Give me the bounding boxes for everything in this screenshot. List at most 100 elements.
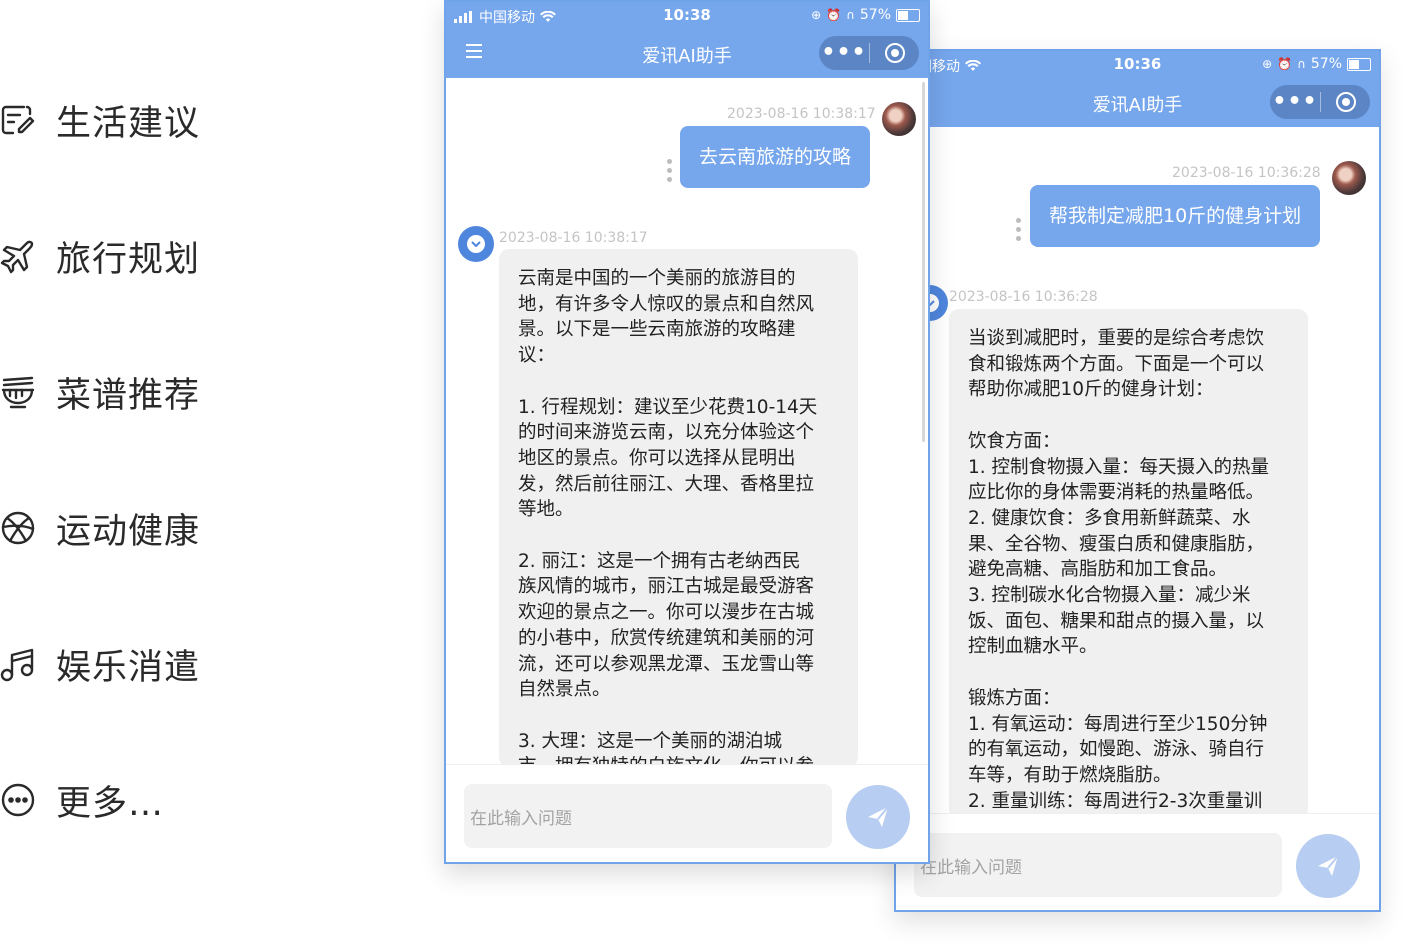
app-header: 中国移动 10:36 ⊕ ⏰ ∩ 57% 爱讯AI助手 ••• xyxy=(896,51,1379,127)
message-line: 地，有许多令人惊叹的景点和自然风 xyxy=(518,293,815,315)
message-options-icon[interactable] xyxy=(667,159,672,182)
alarm-icon: ⏰ xyxy=(826,8,842,22)
category-list: 生活建议 旅行规划 菜谱推荐 运动健康 娱乐消遣 更多… xyxy=(0,0,240,952)
bot-message-bubble: 云南是中国的一个美丽的旅游目的 地，有许多令人惊叹的景点和自然风 景。以下是一些云南… xyxy=(499,249,858,767)
question-input[interactable]: 在此输入问题 xyxy=(914,833,1282,897)
category-recipe[interactable]: 菜谱推荐 xyxy=(0,370,200,416)
message-line: 的小巷中，欣赏传统建筑和美丽的河 xyxy=(518,627,815,649)
scrollbar[interactable] xyxy=(922,82,925,442)
battery-percent: 57% xyxy=(1310,56,1342,72)
phone-screen-travel: 中国移动 10:38 ⊕ ⏰ ∩ 57% 爱讯AI助手 ••• 2023-08-… xyxy=(444,0,930,864)
headphone-icon: ∩ xyxy=(846,8,855,22)
question-input[interactable]: 在此输入问题 xyxy=(464,784,832,848)
close-miniprogram-button[interactable] xyxy=(1321,92,1370,112)
lock-rotation-icon: ⊕ xyxy=(1262,57,1273,71)
alarm-icon: ⏰ xyxy=(1277,57,1293,71)
noodle-bowl-icon xyxy=(0,374,36,410)
more-options-button[interactable]: ••• xyxy=(819,42,869,64)
more-dots-icon xyxy=(0,782,36,818)
send-icon xyxy=(1318,855,1339,876)
category-sports-health[interactable]: 运动健康 xyxy=(0,506,200,552)
message-line: 控制血糖水平。 xyxy=(968,636,1098,658)
send-button[interactable] xyxy=(1296,834,1360,898)
message-line: 景。以下是一些云南旅游的攻略建 xyxy=(518,319,796,341)
user-message-time: 2023-08-16 10:38:17 xyxy=(727,106,876,122)
bot-message-bubble: 当谈到减肥时，重要的是综合考虑饮 食和锻炼两个方面。下面是一个可以 帮助你减肥10斤… xyxy=(949,309,1308,819)
message-line: 当谈到减肥时，重要的是综合考虑饮 xyxy=(968,328,1265,349)
message-line: 避免高糖、高脂肪和加工食品。 xyxy=(968,559,1228,581)
message-line: 1. 控制食物摄入量：每天摄入的热量 xyxy=(968,456,1270,478)
message-line: 1. 有氧运动：每周进行至少150分钟 xyxy=(968,713,1268,735)
user-avatar xyxy=(1332,161,1366,195)
message-line: 2. 健康饮食：多食用新鲜蔬菜、水 xyxy=(968,507,1251,529)
send-icon xyxy=(868,806,889,827)
message-line: 3. 大理：这是一个美丽的湖泊城 xyxy=(518,730,783,752)
message-line xyxy=(518,523,839,549)
phone-screen-fitness: 中国移动 10:36 ⊕ ⏰ ∩ 57% 爱讯AI助手 ••• 2023-08-… xyxy=(894,49,1381,912)
battery-icon xyxy=(1347,57,1371,71)
message-line: 族风情的城市，丽江古城是最受游客 xyxy=(518,576,815,598)
category-label: 生活建议 xyxy=(56,103,201,144)
bot-avatar xyxy=(458,226,494,262)
capsule-menu: ••• xyxy=(1270,85,1370,119)
input-area: 在此输入问题 xyxy=(896,813,1379,910)
more-options-button[interactable]: ••• xyxy=(1270,91,1320,113)
target-icon xyxy=(884,43,905,63)
message-line: 帮助你减肥10斤的健身计划： xyxy=(968,379,1214,401)
message-options-icon[interactable] xyxy=(1016,218,1021,241)
basketball-icon xyxy=(0,510,36,546)
user-message-bubble: 去云南旅游的攻略 xyxy=(680,126,871,188)
music-note-icon xyxy=(0,646,36,682)
input-area: 在此输入问题 xyxy=(446,764,928,862)
message-line: 流，还可以参观黑龙潭、玉龙雪山等 xyxy=(518,653,815,675)
message-line xyxy=(968,660,1289,686)
category-life-advice[interactable]: 生活建议 xyxy=(0,98,200,144)
close-miniprogram-button[interactable] xyxy=(870,43,919,63)
bot-message-time: 2023-08-16 10:36:28 xyxy=(949,289,1098,305)
message-line: 饮食方面： xyxy=(968,430,1061,452)
user-avatar xyxy=(882,102,916,136)
message-line: 2. 丽江：这是一个拥有古老纳西民 xyxy=(518,550,801,572)
category-label: 旅行规划 xyxy=(56,239,201,280)
message-line: 欢迎的景点之一。你可以漫步在古城 xyxy=(518,602,815,624)
message-line: 的有氧运动，如慢跑、游泳、骑自行 xyxy=(968,739,1265,761)
message-line: 3. 控制碳水化合物摄入量：减少米 xyxy=(968,585,1251,607)
message-line: 食和锻炼两个方面。下面是一个可以 xyxy=(968,353,1265,375)
message-line: 议： xyxy=(518,345,556,367)
battery-icon xyxy=(896,8,920,22)
message-line xyxy=(518,369,839,395)
category-travel-planning[interactable]: 旅行规划 xyxy=(0,234,200,280)
user-message-bubble: 帮我制定减肥10斤的健身计划 xyxy=(1030,185,1321,247)
category-label: 菜谱推荐 xyxy=(56,375,201,416)
category-label: 娱乐消遣 xyxy=(56,647,201,688)
message-line xyxy=(518,703,839,729)
message-line: 云南是中国的一个美丽的旅游目的 xyxy=(518,268,796,289)
app-header: 中国移动 10:38 ⊕ ⏰ ∩ 57% 爱讯AI助手 ••• xyxy=(446,2,928,78)
category-more[interactable]: 更多… xyxy=(0,778,164,824)
message-line: 果、全谷物、瘦蛋白质和健康脂肪， xyxy=(968,533,1265,555)
message-line: 的时间来游览云南，以充分体验这个 xyxy=(518,422,815,444)
send-button[interactable] xyxy=(846,785,910,849)
message-line: 发，然后前往丽江、大理、香格里拉 xyxy=(518,473,815,495)
target-icon xyxy=(1335,92,1356,112)
message-line xyxy=(968,403,1289,429)
message-line: 自然景点。 xyxy=(518,679,611,701)
message-line: 锻炼方面： xyxy=(968,687,1061,709)
user-message-time: 2023-08-16 10:36:28 xyxy=(1172,165,1321,181)
message-line: 2. 重量训练：每周进行2-3次重量训 xyxy=(968,790,1263,812)
headphone-icon: ∩ xyxy=(1297,57,1306,71)
status-bar: 中国移动 10:38 ⊕ ⏰ ∩ 57% xyxy=(446,2,928,30)
bot-message-time: 2023-08-16 10:38:17 xyxy=(499,230,648,246)
message-line: 1. 行程规划：建议至少花费10-14天 xyxy=(518,396,818,418)
battery-percent: 57% xyxy=(859,7,891,23)
message-line: 车等，有助于燃烧脂肪。 xyxy=(968,764,1172,786)
category-label: 更多… xyxy=(56,783,165,824)
category-entertainment[interactable]: 娱乐消遣 xyxy=(0,642,200,688)
capsule-menu: ••• xyxy=(819,36,919,70)
note-edit-icon xyxy=(0,102,36,138)
status-bar: 中国移动 10:36 ⊕ ⏰ ∩ 57% xyxy=(896,51,1379,79)
category-label: 运动健康 xyxy=(56,511,201,552)
message-line: 地区的景点。你可以选择从昆明出 xyxy=(518,447,796,469)
message-line: 等地。 xyxy=(518,499,574,521)
airplane-icon xyxy=(0,238,36,274)
